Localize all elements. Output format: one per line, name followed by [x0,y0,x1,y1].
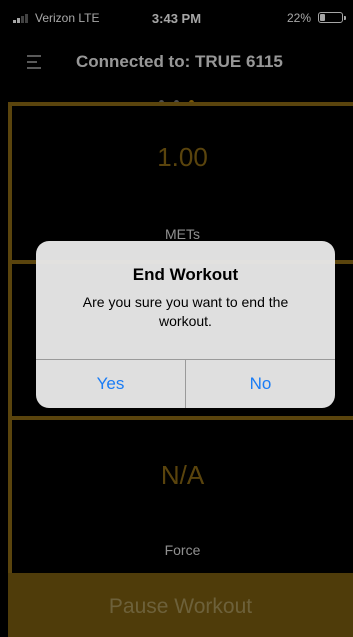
end-workout-alert: End Workout Are you sure you want to end… [36,241,335,408]
alert-title: End Workout [132,265,239,284]
alert-message: Are you sure you want to end the workout… [82,294,289,329]
no-button[interactable]: No [186,360,335,408]
screen: Verizon LTE 3:43 PM 22% Connected to: TR… [0,0,353,637]
yes-button[interactable]: Yes [36,360,185,408]
